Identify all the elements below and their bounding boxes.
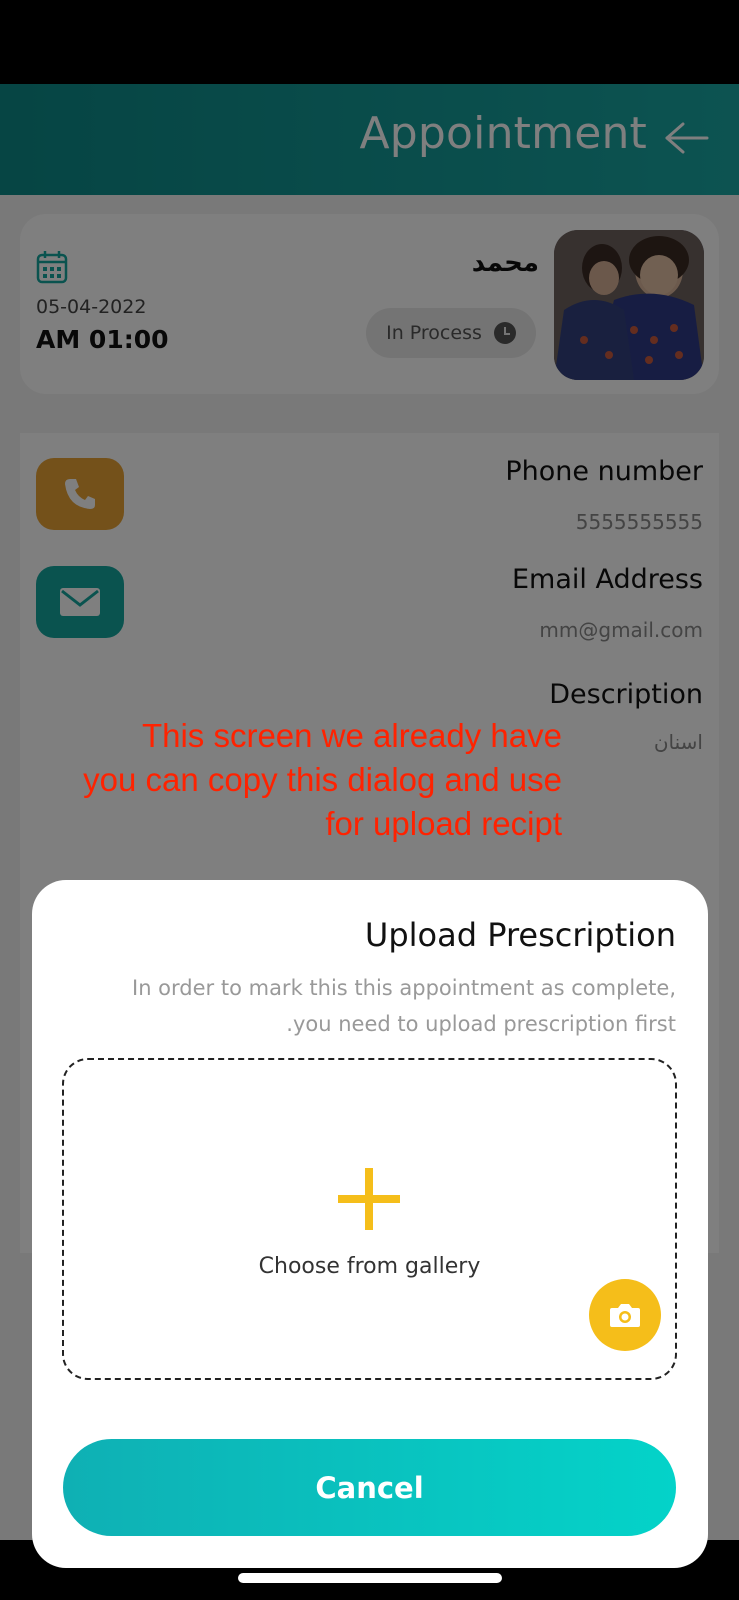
gallery-label: Choose from gallery bbox=[258, 1254, 481, 1279]
dialog-description-line: .you need to upload prescription first bbox=[286, 1012, 676, 1036]
annotation-line: for upload recipt bbox=[325, 805, 562, 842]
dialog-title: Upload Prescription bbox=[364, 916, 676, 954]
camera-button[interactable] bbox=[589, 1279, 661, 1351]
dialog-description: In order to mark this this appointment a… bbox=[70, 970, 676, 1042]
annotation-line: This screen we already have bbox=[141, 717, 562, 754]
camera-icon bbox=[610, 1304, 640, 1327]
annotation-line: you can copy this dialog and use bbox=[83, 761, 562, 798]
cancel-button[interactable]: Cancel bbox=[63, 1439, 676, 1536]
annotation-note: This screen we already have you can copy… bbox=[20, 714, 562, 846]
cancel-label: Cancel bbox=[315, 1470, 424, 1505]
home-indicator[interactable] bbox=[238, 1573, 502, 1583]
plus-icon bbox=[338, 1168, 400, 1230]
dialog-description-line: In order to mark this this appointment a… bbox=[132, 976, 676, 1000]
